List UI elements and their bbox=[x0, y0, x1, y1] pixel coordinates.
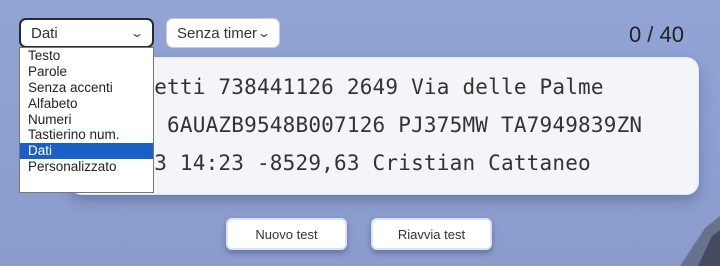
dropdown-option-parole[interactable]: Parole bbox=[20, 64, 153, 80]
word-counter: 0 / 40 bbox=[628, 22, 684, 47]
chevron-down-icon: ⌄ bbox=[256, 26, 272, 40]
dropdown-option-tastierino[interactable]: Tastierino num. bbox=[20, 127, 153, 143]
chevron-down-icon: ⌄ bbox=[129, 26, 145, 40]
mode-dropdown-list[interactable]: Testo Parole Senza accenti Alfabeto Nume… bbox=[19, 47, 154, 193]
dropdown-option-senza-accenti[interactable]: Senza accenti bbox=[20, 80, 153, 96]
background-decoration bbox=[680, 216, 720, 266]
dropdown-option-alfabeto[interactable]: Alfabeto bbox=[20, 96, 153, 112]
timer-select-value: Senza timer bbox=[177, 24, 258, 42]
mode-select-value: Dati bbox=[31, 24, 58, 42]
new-test-button[interactable]: Nuovo test bbox=[226, 218, 347, 250]
mode-select[interactable]: Dati ⌄ bbox=[19, 18, 154, 48]
text-line: Benedetti 738441126 2649 Via delle Palme bbox=[90, 75, 604, 99]
dropdown-option-dati[interactable]: Dati bbox=[20, 143, 153, 160]
timer-select[interactable]: Senza timer ⌄ bbox=[166, 18, 280, 48]
dropdown-option-personalizzato[interactable]: Personalizzato bbox=[20, 159, 153, 175]
text-line: 30424 6AUAZB9548B007126 PJ375MW TA794983… bbox=[90, 113, 643, 137]
typing-text-box[interactable]: Benedetti 738441126 2649 Via delle Palme… bbox=[70, 58, 698, 194]
dropdown-option-numeri[interactable]: Numeri bbox=[20, 112, 153, 128]
text-line: 1/1993 14:23 -8529,63 Cristian Cattaneo bbox=[90, 151, 591, 175]
restart-test-button[interactable]: Riavvia test bbox=[371, 218, 492, 250]
dropdown-option-testo[interactable]: Testo bbox=[20, 48, 153, 64]
